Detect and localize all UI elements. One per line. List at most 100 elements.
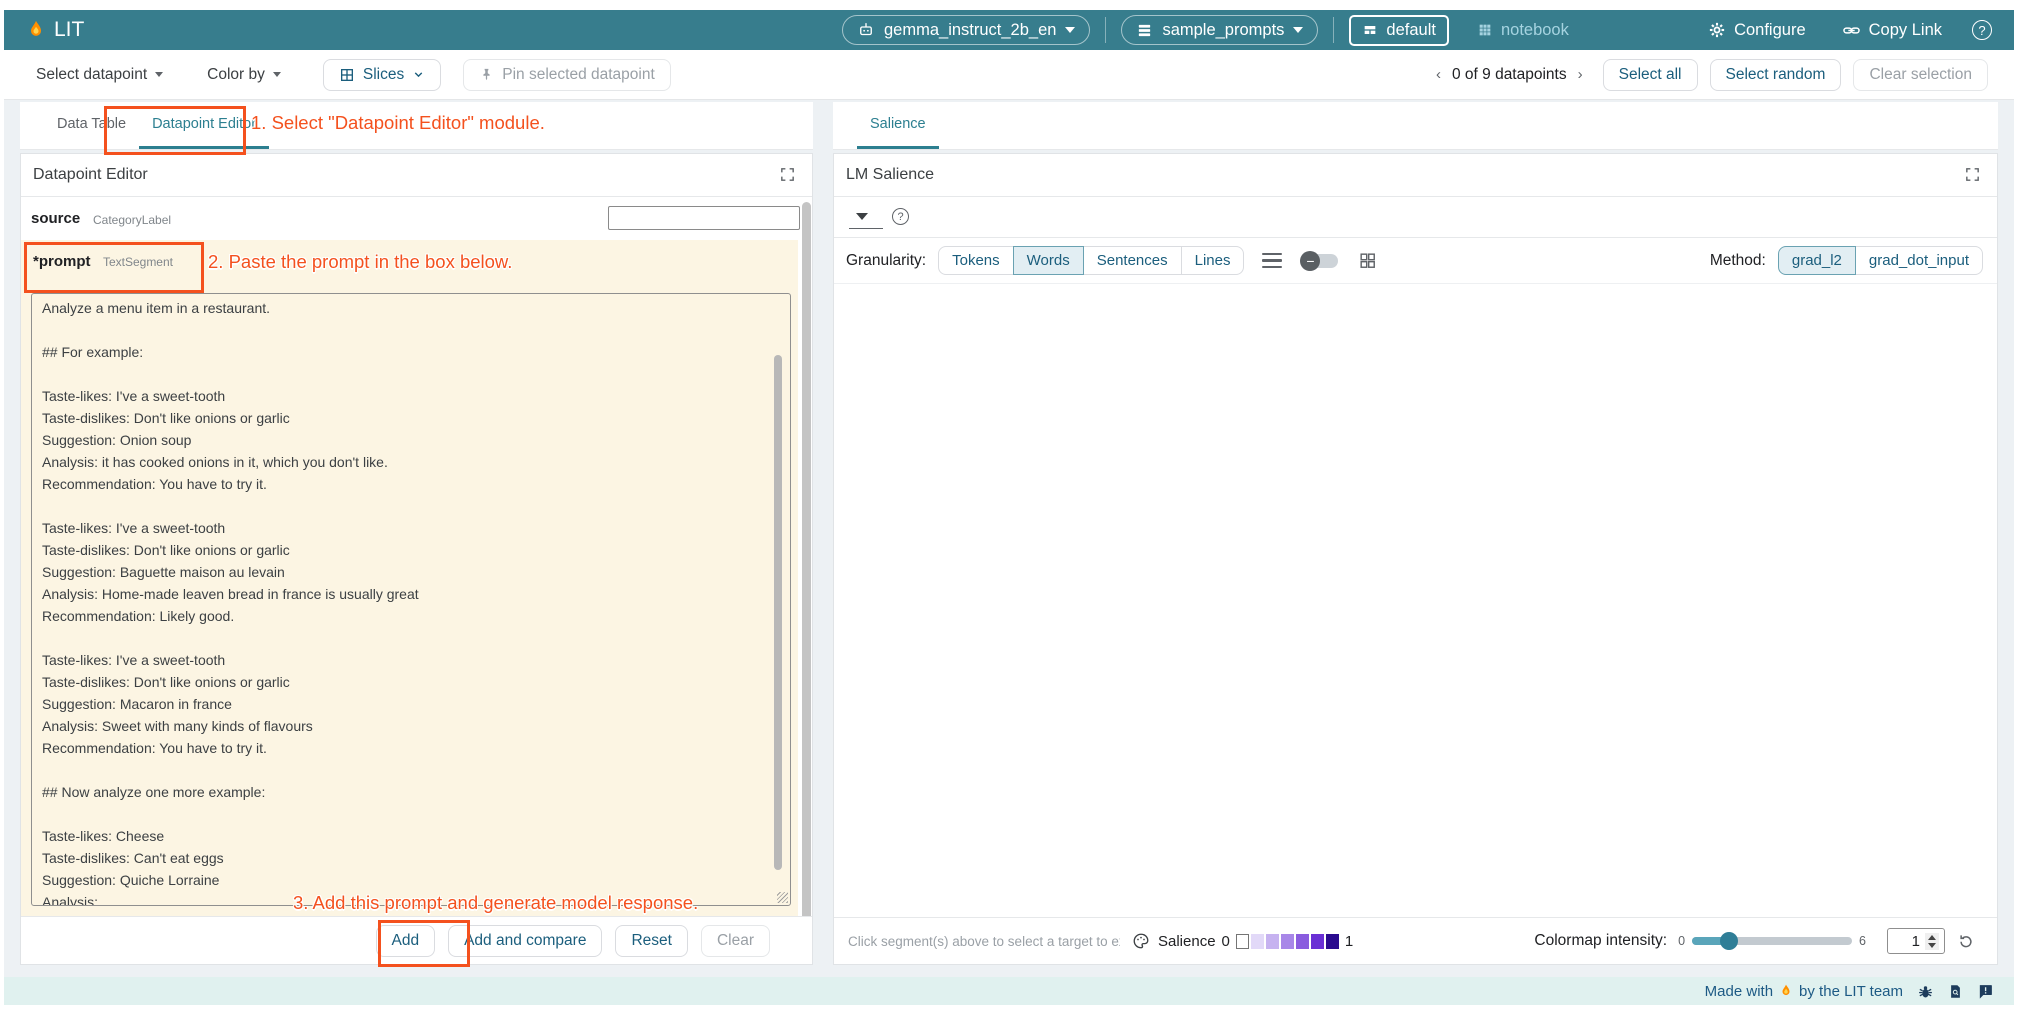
- toggle-knob[interactable]: −: [1300, 251, 1320, 271]
- lm-salience-header: LM Salience: [834, 154, 1997, 197]
- salience-hint: Click segment(s) above to select a targe…: [848, 934, 1120, 949]
- colormap-intensity-slider[interactable]: [1692, 937, 1852, 945]
- prev-datapoint-button[interactable]: ‹: [1434, 66, 1443, 83]
- method-grad-dot-input[interactable]: grad_dot_input: [1855, 246, 1983, 275]
- prompt-textarea[interactable]: Analyze a menu item in a restaurant. ## …: [31, 293, 791, 906]
- selection-toolbar: Select datapoint Color by Slices Pin sel…: [4, 50, 2014, 100]
- source-field-name: source: [31, 210, 80, 227]
- dropdown-underline: [849, 228, 883, 229]
- color-by-dropdown[interactable]: Color by: [201, 65, 287, 85]
- colormap-swatch: [1236, 934, 1249, 949]
- documentation-icon[interactable]: [1948, 983, 1963, 1000]
- copy-link-button[interactable]: Copy Link: [1836, 20, 1948, 41]
- intensity-spinner[interactable]: [1925, 933, 1939, 950]
- flame-icon: [26, 19, 46, 41]
- grid-view-icon[interactable]: [1358, 251, 1377, 270]
- slices-button[interactable]: Slices: [323, 59, 441, 91]
- copy-link-label: Copy Link: [1869, 21, 1942, 40]
- divider: [1105, 17, 1106, 43]
- colormap-swatch: [1326, 934, 1339, 949]
- granularity-words[interactable]: Words: [1013, 246, 1084, 275]
- salience-colormap: [1236, 934, 1339, 949]
- dataset-name: sample_prompts: [1162, 21, 1284, 40]
- pin-datapoint-button[interactable]: Pin selected datapoint: [463, 59, 671, 91]
- datapoint-editor-header: Datapoint Editor: [21, 154, 812, 197]
- layout-default-icon: [1362, 22, 1378, 38]
- clear-button[interactable]: Clear: [701, 925, 770, 957]
- select-random-button[interactable]: Select random: [1710, 59, 1842, 91]
- prompt-field-label-row: *prompt TextSegment: [33, 253, 173, 271]
- right-module-tabs: Salience: [833, 102, 1998, 150]
- intensity-numbox: [1887, 928, 1945, 954]
- select-datapoint-dropdown[interactable]: Select datapoint: [30, 65, 169, 85]
- help-icon[interactable]: ?: [892, 208, 909, 225]
- made-with-label: Made with: [1705, 983, 1773, 1000]
- source-input[interactable]: [608, 206, 800, 230]
- clear-selection-button[interactable]: Clear selection: [1853, 59, 1988, 91]
- slices-label: Slices: [363, 66, 404, 84]
- colormap-swatch: [1266, 934, 1279, 949]
- top-bar-right: Configure Copy Link ?: [1702, 10, 1992, 50]
- feedback-icon[interactable]: [1977, 983, 1994, 1000]
- colormap-swatch: [1251, 934, 1264, 949]
- panel-title: Datapoint Editor: [33, 166, 148, 184]
- help-button[interactable]: ?: [1972, 20, 1992, 40]
- textarea-scrollbar[interactable]: [774, 355, 782, 870]
- configure-button[interactable]: Configure: [1702, 20, 1812, 41]
- chevron-down-icon: [273, 72, 281, 77]
- layout-tab-default[interactable]: default: [1349, 15, 1449, 46]
- color-by-label: Color by: [207, 66, 265, 84]
- tab-data-table[interactable]: Data Table: [44, 102, 139, 149]
- layout-notebook-label: notebook: [1501, 21, 1569, 40]
- pin-icon: [479, 67, 494, 82]
- dense-view-toggle[interactable]: −: [1302, 254, 1338, 268]
- chevron-down-icon: [1065, 27, 1075, 33]
- gear-icon: [1708, 21, 1726, 39]
- datapoint-editor-panel: Datapoint Editor source CategoryLabel *p…: [20, 153, 813, 965]
- help-label: ?: [1978, 23, 1985, 38]
- prompt-field-name: *prompt: [33, 253, 91, 270]
- add-label: Add: [392, 932, 420, 950]
- granularity-tokens[interactable]: Tokens: [938, 246, 1014, 275]
- granularity-label: Granularity:: [846, 252, 926, 270]
- select-all-button[interactable]: Select all: [1603, 59, 1698, 91]
- lit-app-window: LIT gemma_instruct_2b_en sample_prompts: [0, 0, 2018, 1011]
- method-grad-l2[interactable]: grad_l2: [1778, 246, 1856, 275]
- granularity-sentences[interactable]: Sentences: [1083, 246, 1182, 275]
- model-selector[interactable]: gemma_instruct_2b_en: [842, 15, 1090, 45]
- tab-datapoint-editor[interactable]: Datapoint Editor: [139, 102, 269, 149]
- next-datapoint-button[interactable]: ›: [1576, 66, 1585, 83]
- chevron-down-icon: [412, 68, 425, 81]
- top-bar-center: gemma_instruct_2b_en sample_prompts defa…: [842, 10, 1582, 50]
- layout-tab-notebook[interactable]: notebook: [1464, 15, 1582, 46]
- configure-label: Configure: [1734, 21, 1806, 40]
- slider-knob[interactable]: [1720, 932, 1738, 950]
- intensity-input[interactable]: [1888, 933, 1920, 950]
- grid-icon: [1477, 22, 1493, 38]
- prompt-field-block: *prompt TextSegment Analyze a menu item …: [21, 240, 798, 916]
- align-lines-icon[interactable]: [1262, 253, 1282, 269]
- app-footer: Made with by the LIT team: [4, 977, 2014, 1005]
- dataset-selector[interactable]: sample_prompts: [1121, 15, 1318, 45]
- reset-button[interactable]: Reset: [615, 925, 688, 957]
- prompt-field-type: TextSegment: [103, 255, 173, 269]
- add-button[interactable]: Add: [376, 925, 436, 957]
- bug-report-icon[interactable]: [1917, 983, 1934, 1000]
- tab-salience[interactable]: Salience: [857, 102, 939, 149]
- expand-icon[interactable]: [779, 166, 796, 183]
- panel-scrollbar[interactable]: [802, 202, 811, 939]
- method-label: Method:: [1710, 252, 1766, 270]
- clear-label: Clear: [717, 932, 754, 950]
- granularity-lines[interactable]: Lines: [1181, 246, 1245, 275]
- textarea-resize-handle[interactable]: [777, 892, 788, 903]
- reset-label: Reset: [631, 932, 672, 950]
- salience-scale-min: 0: [1222, 933, 1230, 950]
- add-and-compare-button[interactable]: Add and compare: [448, 925, 602, 957]
- datapoint-editor-footer: Add Add and compare Reset Clear: [21, 916, 812, 964]
- dataset-icon: [1136, 22, 1153, 39]
- datapoint-pager: ‹ 0 of 9 datapoints ›: [1434, 66, 1585, 84]
- reset-intensity-icon[interactable]: [1957, 932, 1975, 950]
- expand-icon[interactable]: [1964, 166, 1981, 183]
- dropdown-caret[interactable]: [856, 213, 868, 220]
- colormap-swatch: [1296, 934, 1309, 949]
